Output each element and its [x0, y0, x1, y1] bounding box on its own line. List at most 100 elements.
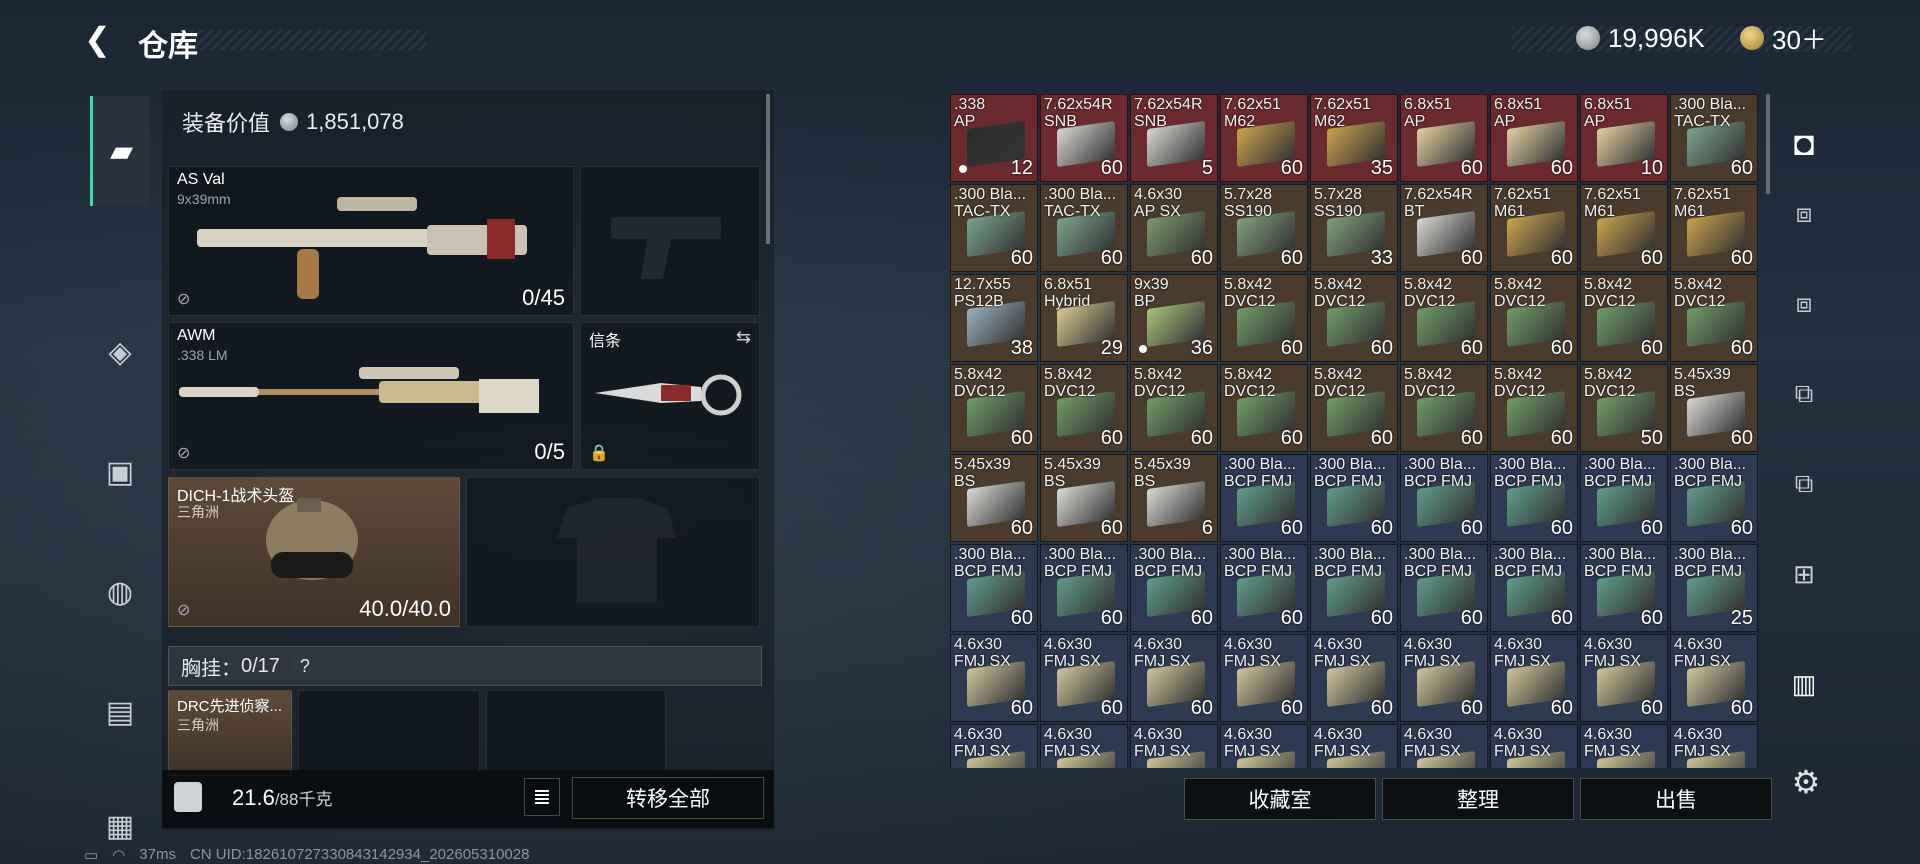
ammo-cell[interactable]: 7.62x51 M62 60 [1220, 94, 1308, 182]
nav-clipboard[interactable]: ▤ [90, 682, 150, 742]
melee-slot[interactable]: 信条 ⇆ 🔒 [580, 322, 760, 470]
ammo-cell[interactable]: .300 Bla... BCP FMJ 60 [1490, 454, 1578, 542]
ammo-cell[interactable]: 7.62x51 M61 60 [1670, 184, 1758, 272]
ammo-cell[interactable]: 4.6x30 FMJ SX [1490, 724, 1578, 768]
ammo-cell[interactable]: 5.8x42 DVC12 60 [1670, 274, 1758, 362]
stash-scrollbar[interactable] [1766, 94, 1770, 194]
ammo-cell[interactable]: .300 Bla... BCP FMJ 60 [1400, 454, 1488, 542]
ammo-cell[interactable]: .300 Bla... BCP FMJ 60 [1220, 454, 1308, 542]
swap-icon[interactable]: ⇆ [736, 327, 751, 348]
ammo-cell[interactable]: 7.62x51 M62 35 [1310, 94, 1398, 182]
ammo-cell[interactable]: 4.6x30 FMJ SX 60 [1580, 634, 1668, 722]
ammo-cell[interactable]: 5.8x42 DVC12 60 [1220, 364, 1308, 452]
ammo-cell[interactable]: 5.8x42 DVC12 60 [1040, 364, 1128, 452]
ammo-cell[interactable]: 7.62x51 M61 60 [1490, 184, 1578, 272]
collection-button[interactable]: 收藏室 [1184, 778, 1376, 820]
ammo-cell[interactable]: 6.8x51 Hybrid 29 [1040, 274, 1128, 362]
ammo-cell[interactable]: 4.6x30 FMJ SX 60 [1130, 634, 1218, 722]
ammo-cell[interactable]: 7.62x54R BT 60 [1400, 184, 1488, 272]
ammo-cell[interactable]: 5.8x42 DVC12 60 [1130, 364, 1218, 452]
ammo-cell[interactable]: .300 Bla... BCP FMJ 60 [1310, 454, 1398, 542]
ammo-cell[interactable]: .300 Bla... TAC-TX 60 [950, 184, 1038, 272]
ammo-cell[interactable]: .300 Bla... BCP FMJ 60 [1580, 544, 1668, 632]
ammo-cell[interactable]: .338 AP 12 [950, 94, 1038, 182]
iv-plus-icon[interactable]: ⊞ [1780, 550, 1828, 598]
armor-slot[interactable] [466, 477, 760, 627]
ammo-cell[interactable]: .300 Bla... BCP FMJ 60 [1310, 544, 1398, 632]
ammo-cell[interactable]: 5.8x42 DVC12 60 [1490, 364, 1578, 452]
ammo-cell[interactable]: 4.6x30 FMJ SX [1580, 724, 1668, 768]
ammo-cell[interactable]: .300 Bla... TAC-TX 60 [1040, 184, 1128, 272]
ammo-cell[interactable]: .300 Bla... BCP FMJ 60 [1220, 544, 1308, 632]
ammo-cell[interactable]: 5.7x28 SS190 33 [1310, 184, 1398, 272]
ammo-cell[interactable]: 4.6x30 FMJ SX 60 [1400, 634, 1488, 722]
secondary-weapon-slot[interactable]: AWM .338 LM ⊘ 0/5 [168, 322, 574, 470]
ammo-cell[interactable]: 5.8x42 DVC12 60 [950, 364, 1038, 452]
ammo-cell[interactable]: 5.8x42 DVC12 50 [1580, 364, 1668, 452]
ammo-cell[interactable]: .300 Bla... BCP FMJ 60 [1040, 544, 1128, 632]
ammo-cell[interactable]: 5.8x42 DVC12 60 [1310, 274, 1398, 362]
ammo-cell[interactable]: 4.6x30 FMJ SX 60 [950, 634, 1038, 722]
ammo-cell[interactable]: .300 Bla... BCP FMJ 60 [1490, 544, 1578, 632]
ammo-cell[interactable]: 5.45x39 BS 60 [1040, 454, 1128, 542]
ammo-cell[interactable]: 6.8x51 AP 60 [1400, 94, 1488, 182]
ammo-cell[interactable]: .300 Bla... BCP FMJ 60 [1580, 454, 1668, 542]
ammo-cell[interactable]: 4.6x30 FMJ SX 60 [1670, 634, 1758, 722]
ammo-cell[interactable]: 5.45x39 BS 6 [1130, 454, 1218, 542]
primary-weapon-slot[interactable]: AS Val 9x39mm ⊘ 0/45 [168, 166, 574, 316]
ammo-cell[interactable]: 4.6x30 FMJ SX [1400, 724, 1488, 768]
ammo-cell[interactable]: 7.62x54R SNB 5 [1130, 94, 1218, 182]
ammo-cell[interactable]: 4.6x30 FMJ SX [950, 724, 1038, 768]
pistol-slot[interactable] [580, 166, 760, 316]
ammo-cell[interactable]: .300 Bla... TAC-TX 60 [1670, 94, 1758, 182]
iv-case-icon[interactable]: ⧉ [1780, 370, 1828, 418]
transfer-all-button[interactable]: 转移全部 [572, 777, 764, 819]
ammo-cell[interactable]: .300 Bla... BCP FMJ 60 [1400, 544, 1488, 632]
silver-currency[interactable]: 19,996K [1576, 23, 1705, 53]
ammo-cell[interactable]: 7.62x51 M61 60 [1580, 184, 1668, 272]
nav-rig[interactable]: ▣ [90, 442, 150, 502]
ammo-cell[interactable]: 4.6x30 FMJ SX [1310, 724, 1398, 768]
ammo-cell[interactable]: 5.7x28 SS190 60 [1220, 184, 1308, 272]
ammo-cell[interactable]: 4.6x30 AP SX 60 [1130, 184, 1218, 272]
nav-backpack[interactable]: ◍ [90, 562, 150, 622]
sell-button[interactable]: 出售 [1580, 778, 1772, 820]
list-view-button[interactable]: ≣ [524, 778, 560, 816]
ammo-cell[interactable]: 6.8x51 AP 60 [1490, 94, 1578, 182]
chest-slot-2[interactable] [298, 690, 480, 776]
ammo-cell[interactable]: 4.6x30 FMJ SX 60 [1220, 634, 1308, 722]
rig-slot[interactable]: DRC先进侦察... 三角洲 [168, 690, 292, 776]
ammo-cell[interactable]: 4.6x30 FMJ SX 60 [1310, 634, 1398, 722]
nav-weapons[interactable]: ▰ [90, 96, 150, 206]
ammo-cell[interactable]: 12.7x55 PS12B 38 [950, 274, 1038, 362]
iv-folder-icon[interactable]: ▥ [1780, 660, 1828, 708]
back-icon[interactable]: ❮ [84, 22, 116, 56]
ammo-cell[interactable]: 4.6x30 FMJ SX [1670, 724, 1758, 768]
ammo-cell[interactable]: 5.8x42 DVC12 60 [1490, 274, 1578, 362]
safe-box-icon[interactable]: ◘ [1780, 120, 1828, 168]
sort-button[interactable]: 整理 [1382, 778, 1574, 820]
ammo-cell[interactable]: 5.45x39 BS 60 [1670, 364, 1758, 452]
ammo-cell[interactable]: 4.6x30 FMJ SX 60 [1490, 634, 1578, 722]
ammo-cell[interactable]: 6.8x51 AP 10 [1580, 94, 1668, 182]
ammo-cell[interactable]: .300 Bla... BCP FMJ 60 [1670, 454, 1758, 542]
ammo-cell[interactable]: 7.62x54R SNB 60 [1040, 94, 1128, 182]
v-case-icon[interactable]: ⧈ [1780, 190, 1828, 238]
equipment-scrollbar[interactable] [766, 94, 770, 244]
nav-armor[interactable]: ◈ [90, 322, 150, 382]
ammo-cell[interactable]: .300 Bla... BCP FMJ 60 [950, 544, 1038, 632]
ammo-cell[interactable]: .300 Bla... BCP FMJ 60 [1130, 544, 1218, 632]
ammo-cell[interactable]: 5.45x39 BS 60 [950, 454, 1038, 542]
settings-gear-icon[interactable]: ⚙ [1788, 764, 1824, 800]
helmet-slot[interactable]: DICH-1战术头盔 三角洲 ⊘ 40.0/40.0 [168, 477, 460, 627]
gold-currency[interactable]: 30＋ [1740, 24, 1827, 55]
help-button[interactable]: ? [291, 653, 318, 679]
ammo-cell[interactable]: 4.6x30 FMJ SX [1220, 724, 1308, 768]
ammo-cell[interactable]: 5.8x42 DVC12 60 [1400, 274, 1488, 362]
ammo-cell[interactable]: 5.8x42 DVC12 60 [1310, 364, 1398, 452]
ammo-cell[interactable]: 9x39 BP 36 [1130, 274, 1218, 362]
ammo-cell[interactable]: 5.8x42 DVC12 60 [1400, 364, 1488, 452]
ammo-cell[interactable]: .300 Bla... BCP FMJ 25 [1670, 544, 1758, 632]
gti-case-icon[interactable]: ⧉ [1780, 460, 1828, 508]
ammo-cell[interactable]: 4.6x30 FMJ SX [1040, 724, 1128, 768]
